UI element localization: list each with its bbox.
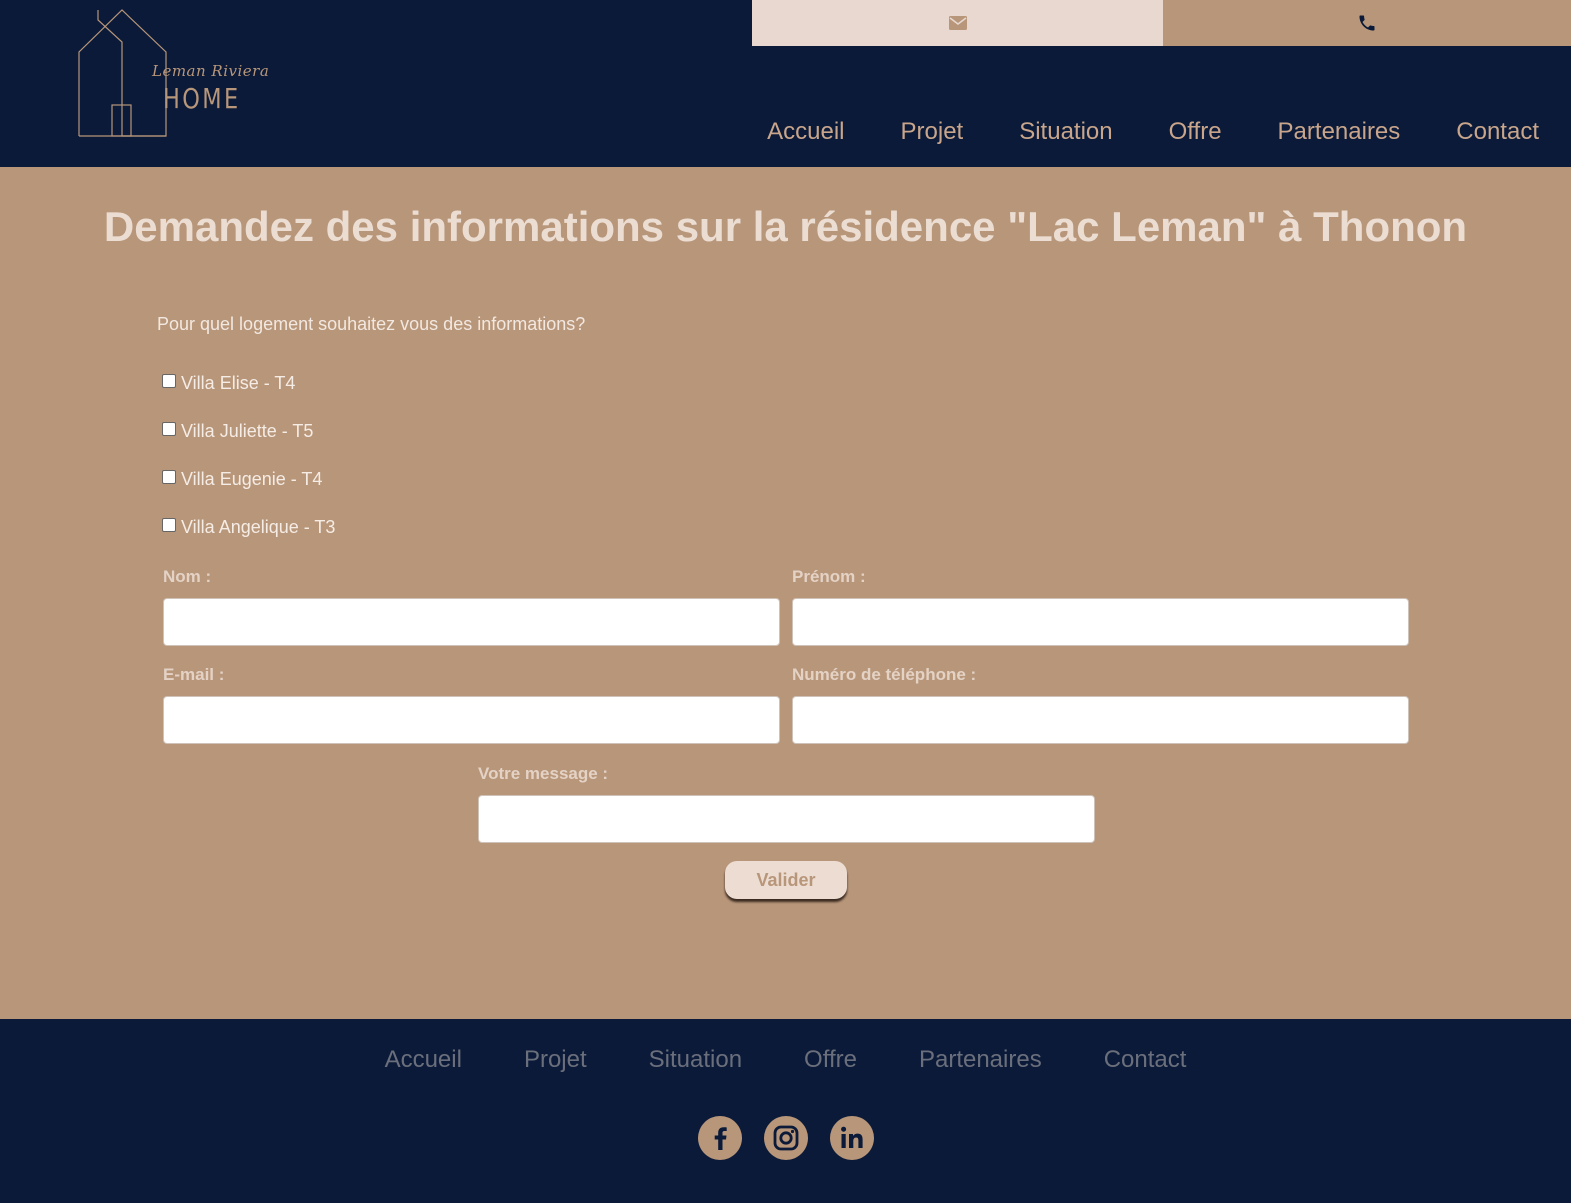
nom-label: Nom : [163, 567, 212, 586]
social-links [0, 1116, 1571, 1160]
nav-accueil[interactable]: Accueil [767, 118, 844, 146]
instagram-icon[interactable] [763, 1116, 808, 1160]
site-header: Leman Riviera HOME Accueil Projet Situat… [0, 0, 1571, 167]
checkbox[interactable] [162, 422, 176, 436]
checkbox[interactable] [162, 374, 176, 388]
nav-partenaires[interactable]: Partenaires [1278, 118, 1401, 146]
footer-nav-accueil[interactable]: Accueil [385, 1046, 462, 1074]
message-input[interactable] [478, 795, 1095, 843]
linkedin-icon[interactable] [829, 1116, 874, 1160]
email-input[interactable] [163, 696, 780, 744]
option-label: Villa Elise - T4 [181, 372, 296, 393]
checkbox[interactable] [162, 470, 176, 484]
nav-projet[interactable]: Projet [901, 118, 964, 146]
footer-nav-situation[interactable]: Situation [649, 1046, 742, 1074]
facebook-icon[interactable] [697, 1116, 742, 1160]
prenom-input[interactable] [792, 598, 1409, 646]
footer-nav: Accueil Projet Situation Offre Partenair… [0, 1046, 1571, 1074]
nav-situation[interactable]: Situation [1019, 118, 1112, 146]
option-label: Villa Eugenie - T4 [181, 468, 323, 489]
housing-question: Pour quel logement souhaitez vous des in… [157, 314, 586, 334]
page-title: Demandez des informations sur la résiden… [103, 203, 1468, 250]
footer-nav-contact[interactable]: Contact [1104, 1046, 1187, 1074]
telephone-input[interactable] [792, 696, 1409, 744]
site-footer: Accueil Projet Situation Offre Partenair… [0, 1019, 1571, 1203]
brand-home: HOME [163, 82, 241, 115]
main-nav: Accueil Projet Situation Offre Partenair… [767, 118, 1539, 146]
option-villa-eugenie[interactable]: Villa Eugenie - T4 [162, 455, 335, 503]
footer-nav-partenaires[interactable]: Partenaires [919, 1046, 1042, 1074]
checkbox[interactable] [162, 518, 176, 532]
email-label: E-mail : [163, 665, 225, 684]
message-label: Votre message : [478, 764, 609, 783]
footer-nav-projet[interactable]: Projet [524, 1046, 587, 1074]
submit-button[interactable]: Valider [725, 861, 847, 899]
option-villa-elise[interactable]: Villa Elise - T4 [162, 359, 335, 407]
phone-link[interactable] [1163, 0, 1571, 46]
option-label: Villa Angelique - T3 [181, 516, 336, 537]
nav-offre[interactable]: Offre [1169, 118, 1222, 146]
telephone-label: Numéro de téléphone : [792, 665, 977, 684]
footer-nav-offre[interactable]: Offre [804, 1046, 857, 1074]
envelope-icon [948, 16, 967, 30]
nom-input[interactable] [163, 598, 780, 646]
option-villa-juliette[interactable]: Villa Juliette - T5 [162, 407, 335, 455]
housing-options: Villa Elise - T4 Villa Juliette - T5 Vil… [162, 359, 335, 551]
prenom-label: Prénom : [792, 567, 866, 586]
email-link[interactable] [752, 0, 1163, 46]
brand-script: Leman Riviera [152, 62, 270, 80]
nav-contact[interactable]: Contact [1456, 118, 1539, 146]
phone-icon [1359, 15, 1375, 31]
option-label: Villa Juliette - T5 [181, 420, 314, 441]
contact-section: Demandez des informations sur la résiden… [0, 167, 1571, 1019]
option-villa-angelique[interactable]: Villa Angelique - T3 [162, 503, 335, 551]
